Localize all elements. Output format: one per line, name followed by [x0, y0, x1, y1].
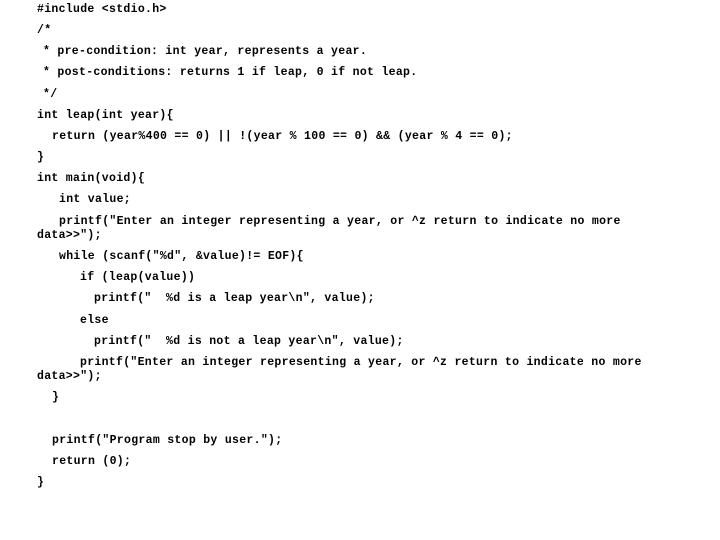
code-line-leap-return: return (year%400 == 0) || !(year % 100 =…: [52, 130, 513, 143]
code-line-else: else: [80, 314, 109, 327]
code-line-leap-close: }: [37, 151, 45, 164]
code-line-postcondition: * post-conditions: returns 1 if leap, 0 …: [43, 66, 418, 79]
code-line-main-return: return (0);: [52, 455, 132, 468]
code-line-print-stop: printf("Program stop by user.");: [52, 434, 283, 447]
code-line-while-close: }: [52, 391, 60, 404]
code-line-prompt-1-wrap: data>>");: [37, 229, 102, 242]
code-line-while: while (scanf("%d", &value)!= EOF){: [59, 250, 304, 263]
code-line-print-leap: printf(" %d is a leap year\n", value);: [94, 292, 375, 305]
code-line-comment-open: /*: [37, 24, 52, 37]
code-line-include: #include <stdio.h>: [37, 3, 167, 16]
code-line-main-close: }: [37, 476, 45, 489]
code-line-declare-value: int value;: [59, 193, 132, 206]
code-line-print-not-leap: printf(" %d is not a leap year\n", value…: [94, 335, 404, 348]
code-line-prompt-2-wrap: data>>");: [37, 370, 102, 383]
code-line-leap-signature: int leap(int year){: [37, 109, 174, 122]
code-line-main-signature: int main(void){: [37, 172, 146, 185]
code-line-prompt-2: printf("Enter an integer representing a …: [80, 356, 642, 369]
code-line-comment-close: */: [43, 88, 58, 101]
code-line-prompt-1: printf("Enter an integer representing a …: [59, 215, 621, 228]
code-line-if: if (leap(value)): [80, 271, 196, 284]
code-line-precondition: * pre-condition: int year, represents a …: [43, 45, 368, 58]
